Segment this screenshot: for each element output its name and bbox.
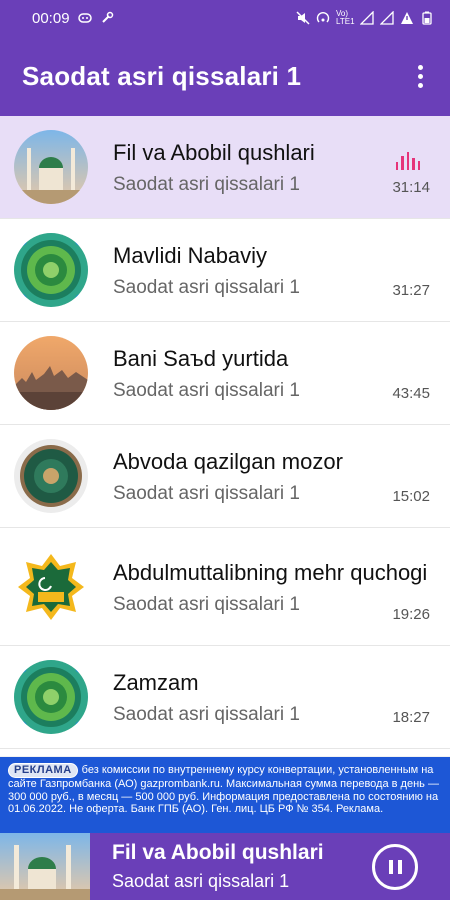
status-time: 00:09 bbox=[32, 9, 70, 27]
alert-icon bbox=[400, 11, 414, 25]
track-duration: 31:14 bbox=[392, 179, 430, 196]
track-item[interactable]: Zamzam Saodat asri qissalari 1 18:27 bbox=[0, 646, 450, 749]
signal-icon bbox=[360, 11, 374, 25]
signal-icon-2 bbox=[380, 11, 394, 25]
track-duration: 31:27 bbox=[392, 282, 430, 299]
wrench-icon bbox=[100, 11, 114, 25]
app-bar: Saodat asri qissalari 1 bbox=[0, 36, 450, 116]
more-vert-icon bbox=[417, 64, 423, 70]
track-title: Abdulmuttalibning mehr quchogi bbox=[113, 559, 428, 585]
track-title: Mavlidi Nabaviy bbox=[113, 243, 268, 268]
network-label: Vo) LTE1 bbox=[336, 9, 355, 26]
track-duration: 18:27 bbox=[392, 709, 430, 726]
player-title: Fil va Abobil qushlari bbox=[112, 841, 324, 864]
track-item[interactable]: Fil va Abobil qushlari Saodat asri qissa… bbox=[0, 116, 450, 219]
pause-button[interactable] bbox=[372, 843, 418, 890]
track-title: Bani Saъd yurtida bbox=[113, 346, 289, 371]
green-ornament-thumbnail bbox=[14, 233, 88, 307]
equalizer-icon bbox=[396, 152, 421, 170]
mute-icon bbox=[296, 11, 310, 25]
player-subtitle: Saodat asri qissalari 1 bbox=[112, 871, 290, 891]
sunset-city-thumbnail bbox=[14, 336, 88, 410]
app-title: Saodat asri qissalari 1 bbox=[22, 60, 302, 91]
track-item[interactable]: Bani Saъd yurtida Saodat asri qissalari … bbox=[0, 322, 450, 425]
ad-label: РЕКЛАМА bbox=[8, 763, 78, 778]
mosque-thumbnail bbox=[14, 130, 88, 204]
track-duration: 43:45 bbox=[392, 385, 430, 402]
dark-green-ornament-thumbnail bbox=[14, 439, 88, 513]
green-ornament-thumbnail bbox=[14, 660, 88, 734]
hotspot-icon bbox=[316, 11, 330, 25]
track-list: Fil va Abobil qushlari Saodat asri qissa… bbox=[0, 116, 450, 756]
mosque-thumbnail bbox=[0, 833, 90, 900]
track-item[interactable]: Abdulmuttalibning mehr quchogi Saodat as… bbox=[0, 528, 450, 646]
track-item[interactable]: Abvoda qazilgan mozor Saodat asri qissal… bbox=[0, 425, 450, 528]
star-mosque-thumbnail bbox=[14, 549, 88, 624]
track-title: Abvoda qazilgan mozor bbox=[113, 449, 343, 474]
notification-icon bbox=[77, 11, 92, 25]
mini-player[interactable]: Fil va Abobil qushlari Saodat asri qissa… bbox=[0, 833, 450, 900]
track-duration: 19:26 bbox=[392, 606, 430, 623]
pause-icon bbox=[388, 859, 393, 874]
ad-banner[interactable]: РЕКЛАМА без комиссии по внутреннему курсу… bbox=[0, 757, 450, 833]
track-title: Zamzam bbox=[113, 670, 199, 695]
more-options-button[interactable] bbox=[400, 56, 440, 96]
track-item[interactable]: Mavlidi Nabaviy Saodat asri qissalari 1 … bbox=[0, 219, 450, 322]
battery-icon bbox=[420, 11, 434, 25]
track-duration: 15:02 bbox=[392, 488, 430, 505]
status-bar: 00:09 Vo) LTE1 bbox=[0, 0, 450, 36]
